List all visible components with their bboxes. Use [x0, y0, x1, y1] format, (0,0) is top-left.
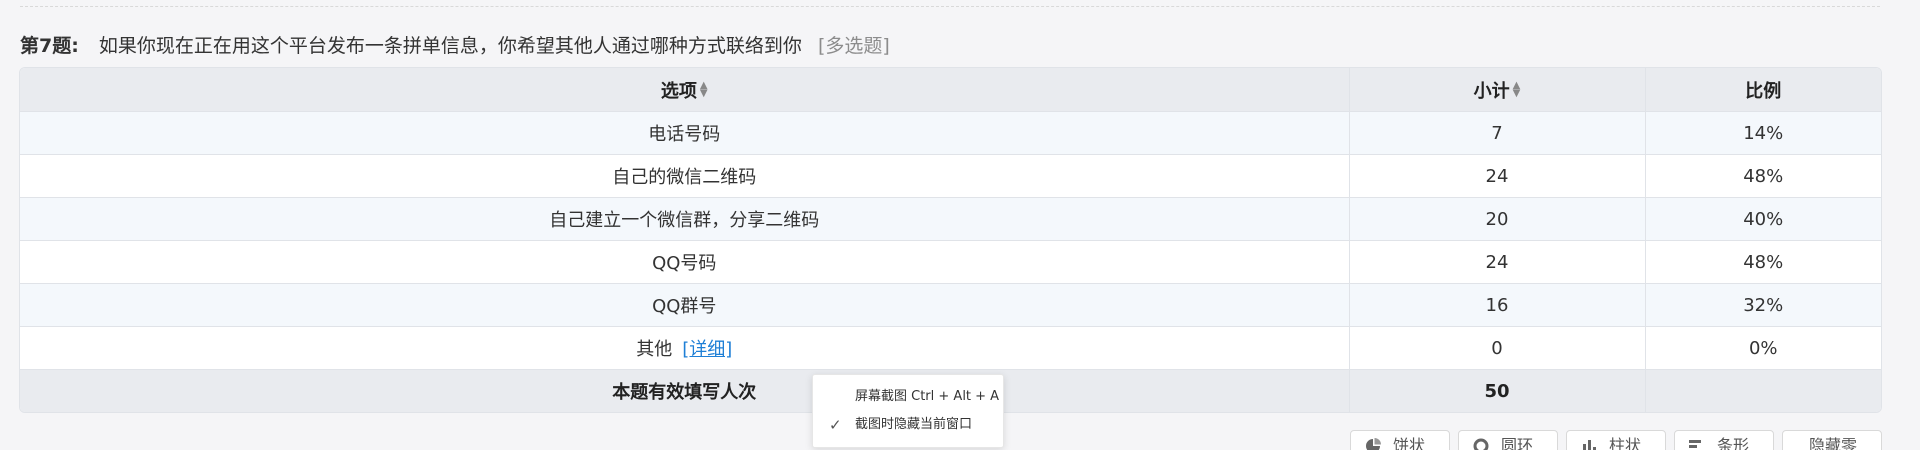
survey-results-page: 第7题: 如果你现在正在用这个平台发布一条拼单信息，你希望其他人通过哪种方式联络… [0, 0, 1920, 450]
pie-chart-label: 饼状 [1393, 436, 1426, 450]
horizontal-bar-chart-label: 条形 [1717, 436, 1750, 450]
question-type-tag: [多选题] [817, 35, 890, 57]
sort-icon[interactable]: ▲ ▼ [700, 80, 708, 98]
results-table: 选项 ▲ ▼ 小计 ▲ ▼ 比例 电话号码 7 14% 自己的微信二维码 24 … [20, 68, 1881, 412]
option-cell: 电话号码 [20, 111, 1350, 155]
table-row: QQ号码 24 48% [20, 240, 1881, 284]
header-option[interactable]: 选项 ▲ ▼ [20, 68, 1350, 112]
question-number: 第7题: [20, 35, 79, 57]
bar-chart-label: 柱状 [1609, 436, 1642, 450]
context-menu: 屏幕截图 Ctrl + Alt + A ✓ 截图时隐藏当前窗口 [812, 374, 1004, 448]
total-ratio [1645, 369, 1881, 412]
count-cell: 0 [1349, 326, 1646, 370]
checkmark-icon: ✓ [829, 416, 842, 434]
menu-item-label: 截图时隐藏当前窗口 [855, 417, 973, 432]
option-cell: 自己建立一个微信群，分享二维码 [20, 197, 1350, 241]
pie-chart-icon [1365, 434, 1381, 450]
donut-chart-button[interactable]: 圆环 [1458, 430, 1558, 450]
header-ratio-label: 比例 [1745, 80, 1782, 102]
ratio-cell: 40% [1645, 197, 1881, 241]
ratio-cell: 0% [1645, 326, 1881, 370]
table-row: 自己的微信二维码 24 48% [20, 154, 1881, 198]
table-row: 电话号码 7 14% [20, 111, 1881, 155]
total-count: 50 [1349, 369, 1646, 412]
bar-chart-button[interactable]: 柱状 [1566, 430, 1666, 450]
donut-chart-icon [1473, 434, 1489, 450]
ratio-cell: 48% [1645, 240, 1881, 284]
pie-chart-button[interactable]: 饼状 [1350, 430, 1450, 450]
question-text: 如果你现在正在用这个平台发布一条拼单信息，你希望其他人通过哪种方式联络到你 [98, 35, 802, 57]
sort-icon[interactable]: ▲ ▼ [1513, 80, 1521, 98]
option-cell: 自己的微信二维码 [20, 154, 1350, 198]
header-count-label: 小计 [1473, 80, 1510, 102]
horizontal-bar-chart-icon [1689, 434, 1705, 450]
table-row: QQ群号 16 32% [20, 283, 1881, 327]
horizontal-bar-chart-button[interactable]: 条形 [1674, 430, 1774, 450]
count-cell: 24 [1349, 240, 1646, 284]
count-cell: 7 [1349, 111, 1646, 155]
hide-zero-button[interactable]: 隐藏零 [1782, 430, 1882, 450]
option-cell: 其他 [详细] [20, 326, 1350, 370]
table-header-row: 选项 ▲ ▼ 小计 ▲ ▼ 比例 [20, 68, 1881, 112]
menu-item-label: 屏幕截图 Ctrl + Alt + A [855, 389, 1000, 404]
option-cell: QQ群号 [20, 283, 1350, 327]
header-ratio: 比例 [1645, 68, 1881, 112]
question-title: 第7题: 如果你现在正在用这个平台发布一条拼单信息，你希望其他人通过哪种方式联络… [20, 34, 890, 58]
donut-chart-label: 圆环 [1501, 436, 1534, 450]
count-cell: 16 [1349, 283, 1646, 327]
hide-zero-label: 隐藏零 [1809, 436, 1858, 450]
total-label: 本题有效填写人次 [20, 369, 1350, 412]
menu-item-screenshot[interactable]: 屏幕截图 Ctrl + Alt + A [813, 383, 1003, 411]
option-label: 其他 [636, 339, 673, 360]
option-cell: QQ号码 [20, 240, 1350, 284]
ratio-cell: 32% [1645, 283, 1881, 327]
ratio-cell: 48% [1645, 154, 1881, 198]
bar-chart-icon [1581, 434, 1597, 450]
ratio-cell: 14% [1645, 111, 1881, 155]
count-cell: 24 [1349, 154, 1646, 198]
table-row: 自己建立一个微信群，分享二维码 20 40% [20, 197, 1881, 241]
table-row: 其他 [详细] 0 0% [20, 326, 1881, 370]
header-option-label: 选项 [660, 80, 697, 102]
count-cell: 20 [1349, 197, 1646, 241]
results-table-container: 选项 ▲ ▼ 小计 ▲ ▼ 比例 电话号码 7 14% 自己的微信二维码 24 … [19, 67, 1882, 413]
menu-item-hide-window[interactable]: ✓ 截图时隐藏当前窗口 [813, 411, 1003, 439]
divider [20, 6, 1880, 7]
header-count[interactable]: 小计 ▲ ▼ [1349, 68, 1646, 112]
detail-link[interactable]: [详细] [682, 339, 732, 360]
